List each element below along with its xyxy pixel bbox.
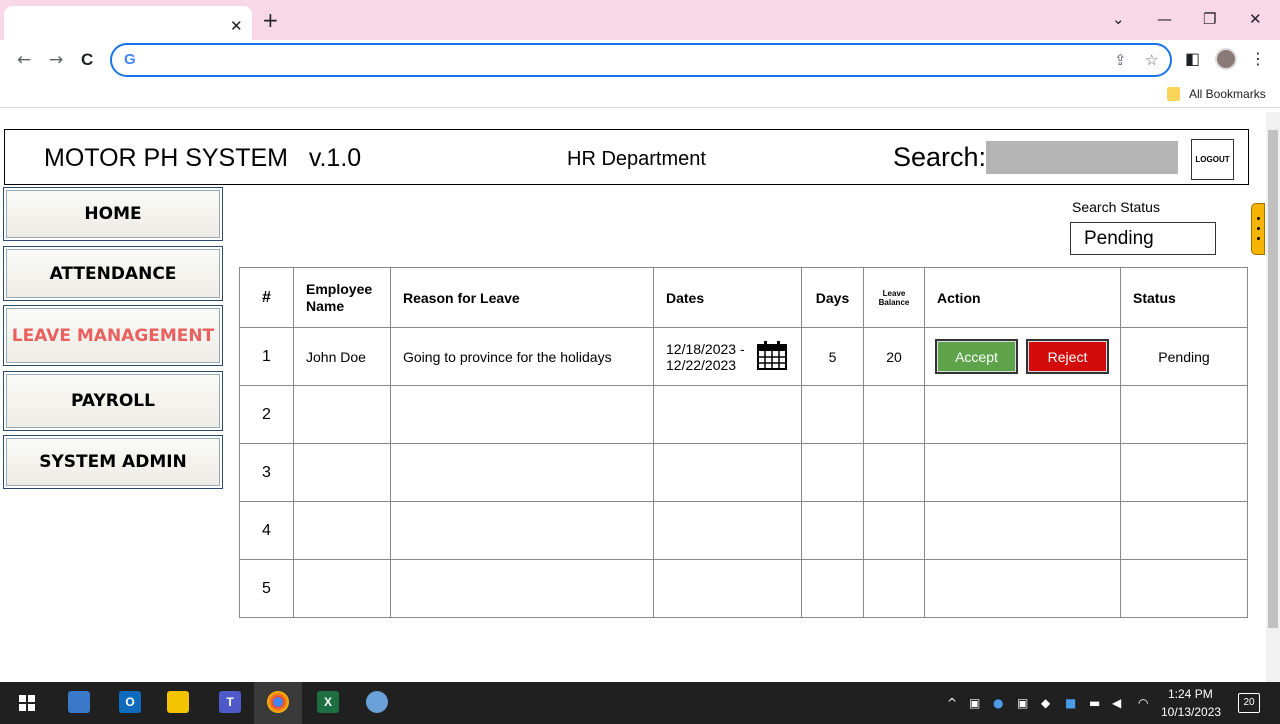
sidebar-item-system-admin[interactable]: SYSTEM ADMIN <box>3 435 223 489</box>
windows-taskbar: O T X ^ ▣ ● ▣ ◆ ■ ▬ ◀ ◠ 1:24 PM 10/13/20… <box>0 682 1280 724</box>
reject-button[interactable]: Reject <box>1026 339 1109 374</box>
table-header-row: # Employee Name Reason for Leave Dates D… <box>239 267 1248 328</box>
address-bar[interactable]: G ⇪ ☆ <box>110 43 1172 77</box>
tab-search-icon[interactable]: ⌄ <box>1112 10 1125 28</box>
network-icon[interactable]: ▬ <box>1089 696 1100 710</box>
sidebar-item-leave-management[interactable]: LEAVE MANAGEMENT <box>3 305 223 366</box>
forward-icon[interactable]: → <box>49 50 63 70</box>
bookmarks-bar: All Bookmarks <box>0 82 1280 108</box>
reload-icon[interactable]: C <box>81 50 93 70</box>
task-view-icon[interactable] <box>68 691 90 713</box>
accept-button[interactable]: Accept <box>935 339 1018 374</box>
wifi-icon[interactable]: ◠ <box>1138 696 1148 710</box>
col-header-num: # <box>239 267 294 328</box>
browser-tab[interactable]: ✕ <box>4 6 252 40</box>
all-bookmarks-link[interactable]: All Bookmarks <box>1189 87 1266 101</box>
restore-icon[interactable]: ❐ <box>1203 10 1216 28</box>
table-row: 3 <box>239 443 1248 502</box>
clock-date[interactable]: 10/13/2023 <box>1161 705 1221 719</box>
search-label: Search: <box>893 142 987 172</box>
security-icon[interactable]: ◆ <box>1041 696 1050 710</box>
col-header-employee: Employee Name <box>293 267 391 328</box>
back-icon[interactable]: ← <box>17 50 31 70</box>
side-handle[interactable] <box>1251 203 1265 255</box>
search-status-label: Search Status <box>1072 199 1160 215</box>
teams-tray-icon[interactable]: ▣ <box>969 696 980 710</box>
share-icon[interactable]: ⇪ <box>1114 51 1127 69</box>
row-number: 5 <box>239 559 294 618</box>
volume-icon[interactable]: ◀ <box>1112 696 1121 710</box>
paint-icon[interactable] <box>366 691 388 713</box>
app-title: MOTOR PH SYSTEM v.1.0 <box>44 144 362 172</box>
minimize-icon[interactable]: — <box>1157 10 1172 28</box>
logout-button[interactable]: LOGOUT <box>1191 139 1234 180</box>
clock-time[interactable]: 1:24 PM <box>1168 687 1213 701</box>
row-number: 1 <box>239 327 294 386</box>
table-row: 4 <box>239 501 1248 560</box>
display-icon[interactable]: ▣ <box>1017 696 1028 710</box>
col-header-days: Days <box>801 267 864 328</box>
google-icon: G <box>124 51 136 68</box>
department-label: HR Department <box>567 148 706 170</box>
folder-icon <box>1167 87 1180 101</box>
sidebar-item-payroll[interactable]: PAYROLL <box>3 371 223 431</box>
browser-titlebar: ✕ + ⌄ — ❐ ✕ <box>0 0 1280 40</box>
chrome-icon[interactable] <box>267 691 289 713</box>
table-row: 5 <box>239 559 1248 618</box>
col-header-reason: Reason for Leave <box>390 267 654 328</box>
leave-reason: Going to province for the holidays <box>390 327 654 386</box>
table-row: 1 John Doe Going to province for the hol… <box>239 327 1248 386</box>
close-tab-icon[interactable]: ✕ <box>230 17 243 35</box>
employee-name: John Doe <box>293 327 391 386</box>
app-tray-icon[interactable]: ■ <box>1065 696 1076 710</box>
new-tab-icon[interactable]: + <box>262 8 279 32</box>
action-cell: Accept Reject <box>924 327 1121 386</box>
row-number: 2 <box>239 385 294 444</box>
row-number: 4 <box>239 501 294 560</box>
bookmark-star-icon[interactable]: ☆ <box>1145 51 1158 69</box>
page-scrollbar[interactable] <box>1266 112 1280 682</box>
status-filter-field[interactable]: Pending <box>1070 222 1216 255</box>
app-header: MOTOR PH SYSTEM v.1.0 HR Department Sear… <box>4 129 1249 185</box>
outlook-icon[interactable]: O <box>119 691 141 713</box>
calendar-icon[interactable] <box>757 340 787 370</box>
leave-requests-table: # Employee Name Reason for Leave Dates D… <box>239 267 1248 618</box>
side-panel-icon[interactable]: ◧ <box>1185 49 1200 68</box>
row-number: 3 <box>239 443 294 502</box>
leave-days: 5 <box>801 327 864 386</box>
scrollbar-thumb[interactable] <box>1268 130 1278 628</box>
leave-balance: 20 <box>863 327 925 386</box>
excel-icon[interactable]: X <box>317 691 339 713</box>
col-header-dates: Dates <box>653 267 802 328</box>
tray-overflow-icon[interactable]: ^ <box>947 696 957 710</box>
browser-menu-icon[interactable]: ⋮ <box>1250 49 1266 68</box>
profile-avatar[interactable] <box>1215 48 1237 70</box>
sticky-notes-icon[interactable] <box>167 691 189 713</box>
search-input[interactable] <box>986 141 1178 174</box>
col-header-status: Status <box>1120 267 1248 328</box>
table-row: 2 <box>239 385 1248 444</box>
bluetooth-icon[interactable]: ● <box>993 696 1003 710</box>
close-window-icon[interactable]: ✕ <box>1249 10 1262 28</box>
teams-icon[interactable]: T <box>219 691 241 713</box>
leave-dates: 12/18/2023 - 12/22/2023 <box>653 327 802 386</box>
leave-status: Pending <box>1120 327 1248 386</box>
notification-badge[interactable]: 20 <box>1238 693 1260 713</box>
windows-start-icon[interactable] <box>19 695 35 711</box>
sidebar-item-attendance[interactable]: ATTENDANCE <box>3 246 223 301</box>
sidebar-item-home[interactable]: HOME <box>3 187 223 241</box>
col-header-leave-balance: Leave Balance <box>863 267 925 328</box>
col-header-action: Action <box>924 267 1121 328</box>
